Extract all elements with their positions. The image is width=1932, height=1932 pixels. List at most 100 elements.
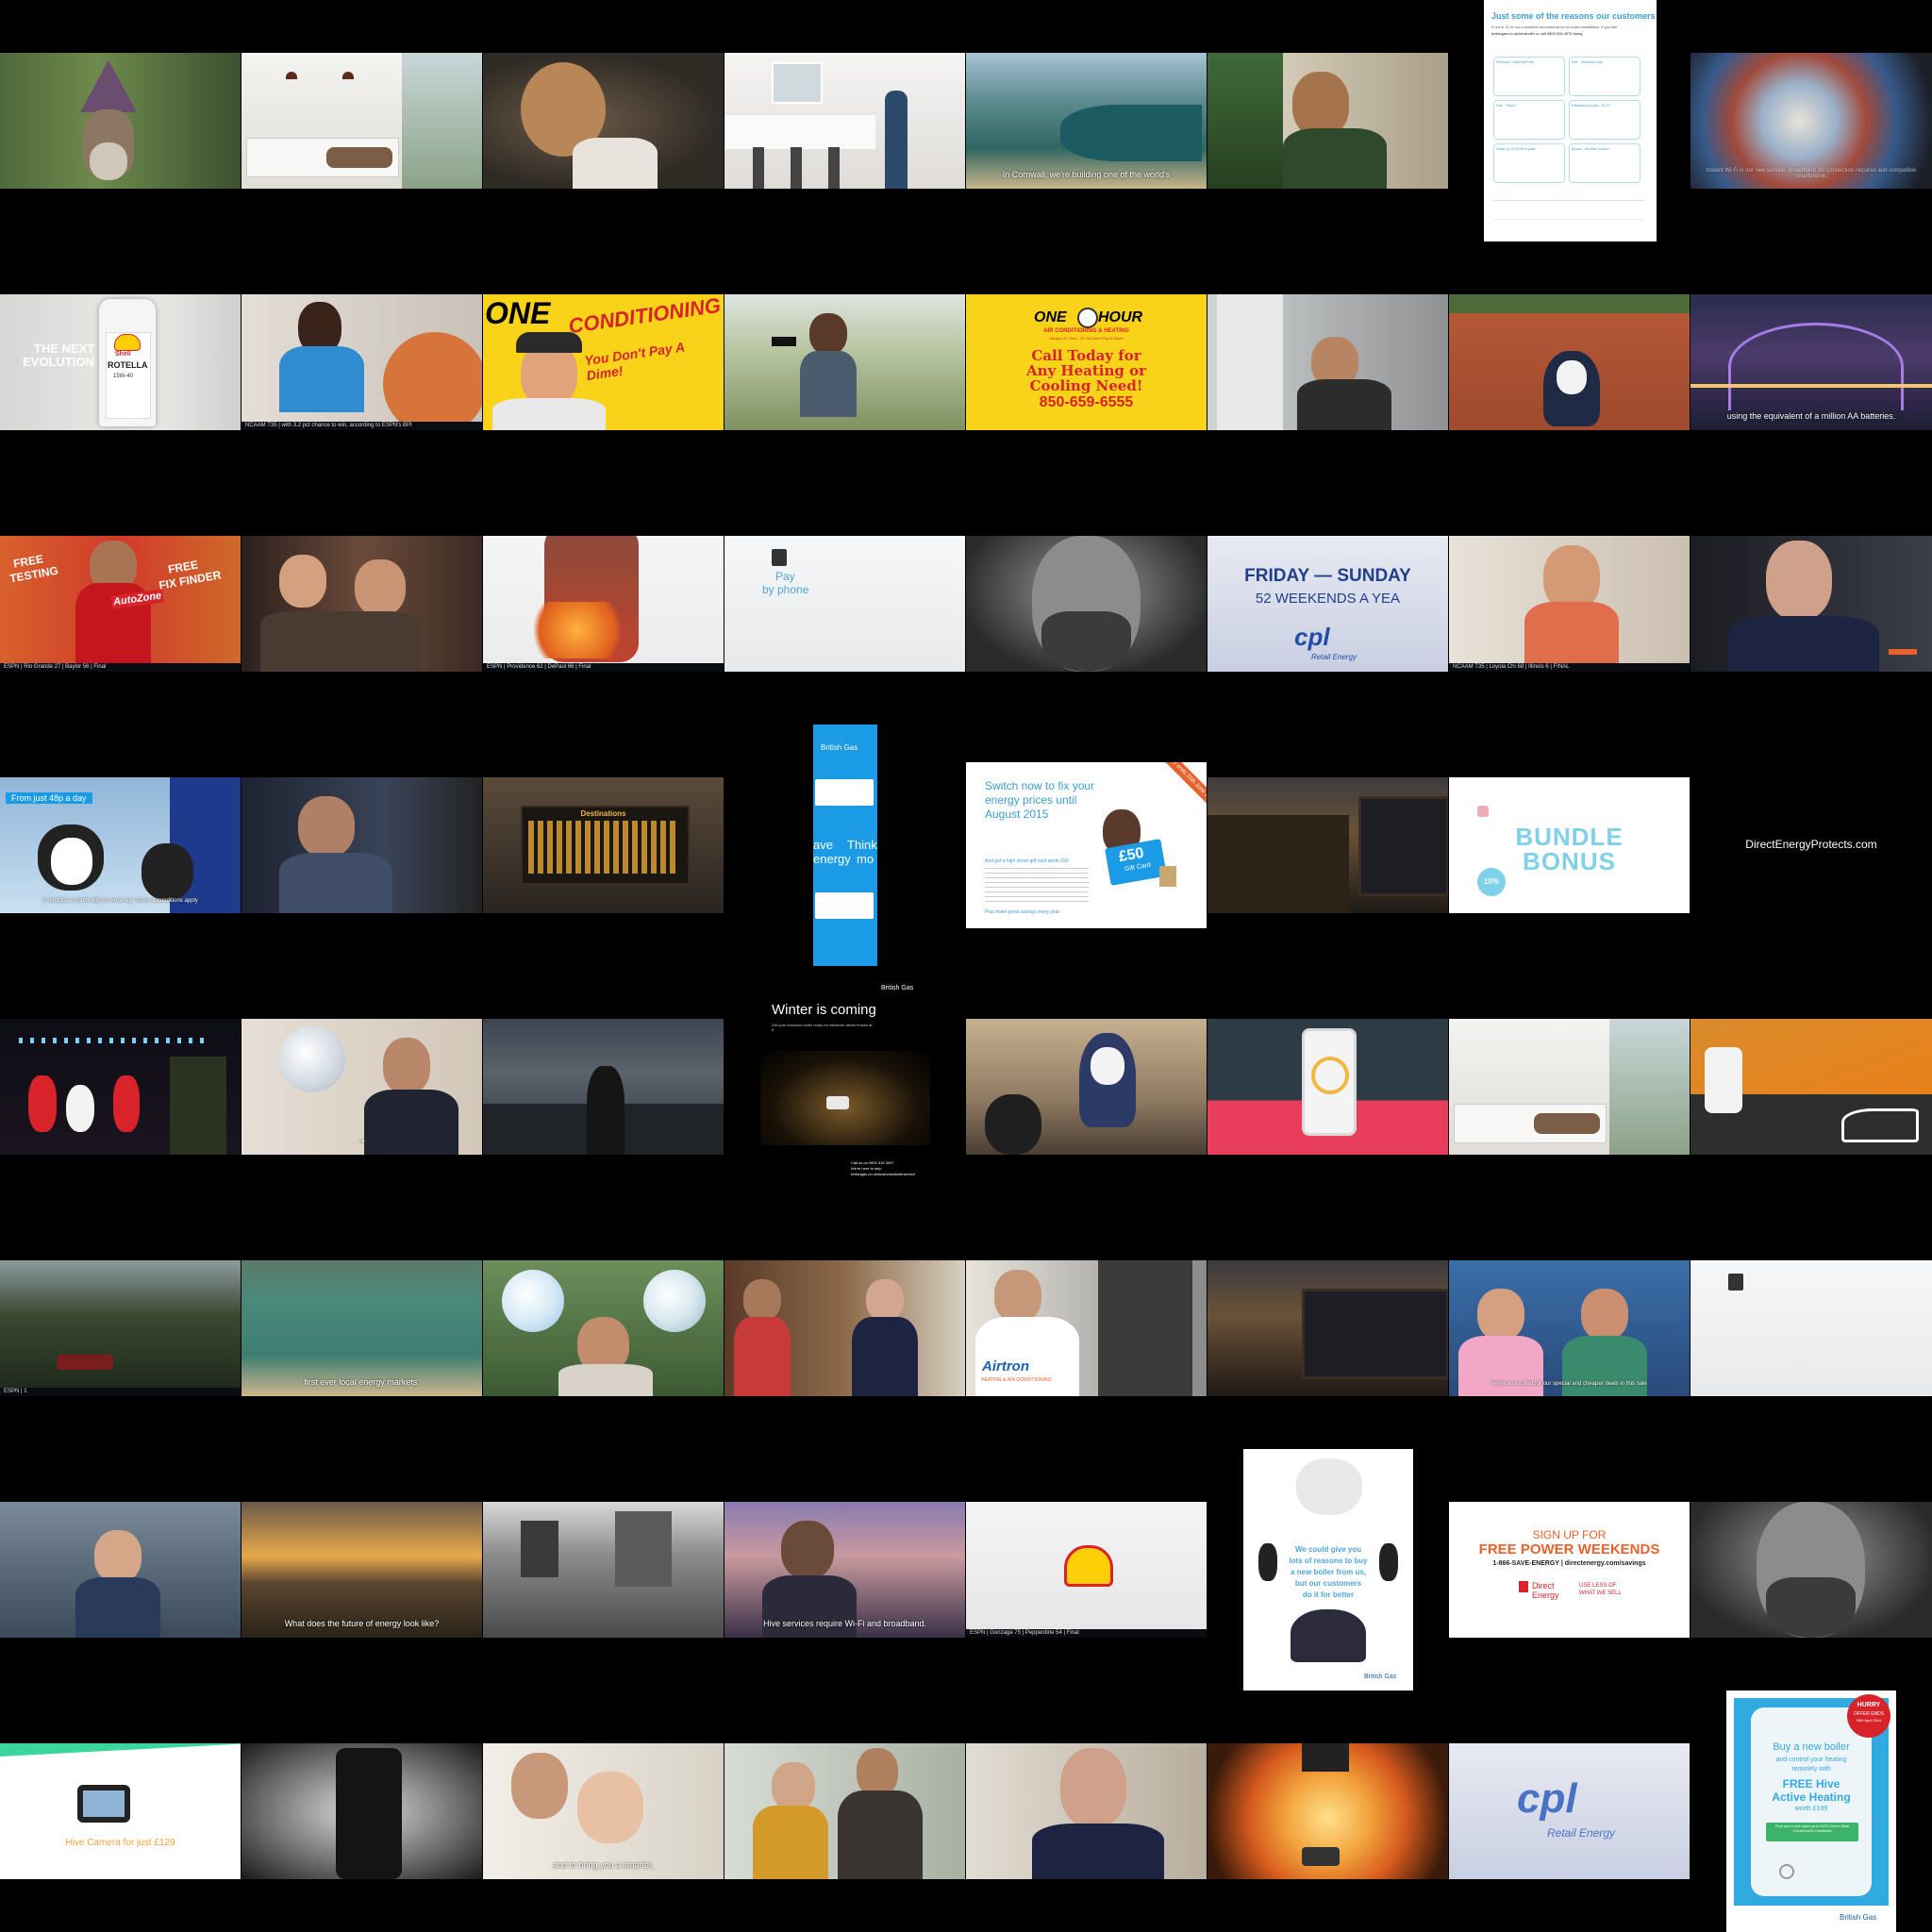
thumb-autozone[interactable]: FREE TESTING FREE FIX FINDER AutoZone ES… [0,536,241,672]
thumb-woman-bubble[interactable]: ••• [242,1019,482,1155]
ticker: NCAAM T35 | with 3.2 pct chance to win, … [242,422,482,430]
body-2: Plus make great savings every year [985,909,1060,915]
thumb-christmas-lights[interactable] [0,1019,241,1155]
badge-1: HURRY [1857,1702,1881,1708]
thumb-woman-bubbles[interactable] [483,1260,724,1396]
ticker: ESPN | Rio Grande 27 | Baylor 56 | Final [0,663,241,672]
line-1: We could give you [1294,1545,1362,1554]
thumb-hive-plug[interactable] [1690,1019,1932,1155]
thumb-father-baby[interactable] [242,777,482,913]
product: ROTELLA [108,360,148,370]
thumb-cpl-weekends[interactable]: FRIDAY — SUNDAY 52 WEEKENDS A YEA cpl Re… [1208,536,1448,672]
thumb-explosion-cars[interactable] [1208,1743,1448,1879]
brand: British Gas [1840,1913,1877,1922]
thumb-pay-by-phone[interactable]: Pay by phone [724,536,965,672]
thumb-street-sunset[interactable] [1208,777,1448,913]
thumb-coastal-walker[interactable] [483,1019,724,1155]
line-1: Pay [775,570,795,583]
brand-sub: HEATING & AIR CONDITIONING [981,1377,1052,1383]
thumb-woman-tablet-dusk[interactable]: Hive services require Wi-Fi and broadban… [724,1502,965,1638]
thumb-living-room[interactable] [242,53,482,189]
thumb-forest-car[interactable]: ESPN | 1 [0,1260,241,1396]
cta-2: We're here to help [851,1166,882,1171]
line-5: do it for better [1302,1591,1355,1599]
thumb-switch-now-ad[interactable]: Switch now to fix your energy prices unt… [966,762,1207,928]
thumb-hive-camera[interactable]: Hive Camera for just £129 [0,1743,241,1879]
ad-box-6: Boost - remote control [1569,143,1641,183]
thumb-airtron-tech[interactable]: Airtron HEATING & AIR CONDITIONING [966,1260,1207,1396]
line-1: FRIDAY — SUNDAY [1244,566,1411,586]
thumb-millennium-bridge[interactable]: using the equivalent of a million AA bat… [1690,294,1932,430]
thumb-dark-canister[interactable] [242,1743,482,1879]
thumb-customer-service[interactable]: NCAAM T35 | with 3.2 pct chance to win, … [242,294,482,430]
thumb-bearded-man[interactable] [966,536,1207,672]
thumb-tech-window[interactable] [1208,294,1448,430]
thumb-boiler-reasons-ad[interactable]: Just some of the reasons our customers 9… [1484,0,1657,242]
brand: ONE [485,296,551,330]
grade: 15W-40 [113,374,133,379]
thumb-man-interview[interactable]: NCAAM T35 | Loyola Chi 68 | Illinois 6 |… [1449,536,1690,672]
thumb-penguin-station[interactable] [966,1019,1207,1155]
thumb-direct-energy-url[interactable]: DirectEnergyProtects.com [1690,777,1932,913]
thumb-blurred-colors[interactable]: Instant Wi-Fi is our new service. Broadb… [1690,53,1932,189]
brand: cpl [1294,623,1330,651]
thumb-penguins-48p[interactable]: From just 48p a day From £13 a month wit… [0,777,241,913]
thumb-woman-phone-field[interactable] [724,294,965,430]
thumb-man-eating[interactable] [483,53,724,189]
thumb-shell-rotella[interactable]: THE NEXT EVOLUTION Shell ROTELLA 15W-40 [0,294,241,430]
thumb-cpl-logo[interactable]: cpl Retail Energy [1449,1743,1690,1879]
subtitle: Hive services require Wi-Fi and broadban… [762,1619,927,1628]
thumb-free-power-weekends[interactable]: SIGN UP FOR FREE POWER WEEKENDS 1-866-SA… [1449,1502,1690,1638]
brand-sub: Retail Energy [1311,653,1357,661]
thumb-sunset-fields[interactable]: What does the future of energy look like… [242,1502,482,1638]
title-3: August 2015 [985,808,1049,821]
thumb-living-room-2[interactable] [1449,1019,1690,1155]
line-3: a new boiler from us, [1290,1568,1366,1576]
line-2: 52 WEEKENDS A YEA [1255,591,1401,607]
line-2: by phone [762,583,809,596]
thumb-street-night[interactable] [1208,1260,1448,1396]
thumb-winter-is-coming-ad[interactable]: British Gas Winter is coming Get your bu… [760,966,930,1208]
thumb-fire-canister[interactable]: ESPN | Providence 62 | DePaul 66 | Final [483,536,724,672]
headline-2: EVOLUTION [23,355,94,369]
thumb-gnome[interactable] [0,53,241,189]
thumb-shell-logo[interactable]: ESPN | Gonzaga 75 | Pepperdine 54 | Fina… [966,1502,1207,1638]
thumb-beach-aerial[interactable]: first ever local energy markets. [242,1260,482,1396]
subtitle: We're so excited for our special and che… [1491,1381,1647,1387]
thumb-penguin-boiler-ad[interactable]: We could give you lots of reasons to buy… [1243,1449,1413,1690]
subtitle: first ever local energy markets. [304,1377,420,1387]
thumb-phone-white[interactable] [1690,1260,1932,1396]
thumb-family-selfie[interactable] [724,1743,965,1879]
thumb-women-cafe[interactable] [242,536,482,672]
thumb-one-hour-call[interactable]: ONE HOUR AIR CONDITIONING & HEATING Alwa… [966,294,1207,430]
brand: British Gas [1364,1674,1397,1680]
thumb-departure-board[interactable]: Destinations [483,777,724,913]
cta-3: Cooling Need! [1029,377,1143,394]
thumb-boy-airport[interactable] [0,1502,241,1638]
thumb-one-hour-tech[interactable]: ONE CONDITIONING You Don't Pay A Dime! [483,294,724,430]
thumb-bw-ruins[interactable] [483,1502,724,1638]
thumb-british-gas-banner[interactable]: British Gas ave Think energy mo [813,724,877,966]
thumb-cornwall-harbour[interactable]: In Cornwall, we're building one of the w… [966,53,1207,189]
thumb-direct-energy-exec-2[interactable] [966,1743,1207,1879]
fine-print: From £13 a month with no extra fee. Term… [42,898,198,904]
url: britishgas.co.uk/business/boilerservice [851,1172,916,1176]
line-3: 1-866-SAVE-ENERGY | directenergy.com/sav… [1492,1560,1646,1567]
thumb-family-kitchen[interactable] [724,1260,965,1396]
thumb-direct-energy-exec[interactable] [1690,536,1932,672]
thumb-hive-app[interactable] [1208,1019,1448,1155]
body-1: And get a high street gift card worth £5… [985,858,1069,864]
thumb-kitchen[interactable] [724,53,965,189]
brand: Shell [115,351,131,358]
thumb-woman-plants[interactable] [1208,53,1448,189]
iron-icon [1841,1108,1919,1142]
thumb-bearded-man-2[interactable] [1690,1502,1932,1638]
line-2: lots of reasons to buy [1289,1557,1368,1565]
thumb-party-sale[interactable]: We're so excited for our special and che… [1449,1260,1690,1396]
subtitle: and to bring you a smarter, [552,1860,655,1870]
thumb-penguin-brick[interactable] [1449,294,1690,430]
thumb-mother-baby[interactable]: and to bring you a smarter, [483,1743,724,1879]
tagline: You Don't Pay A Dime! [583,339,686,384]
thumb-hive-boiler-ad[interactable]: HURRY OFFER ENDS 30th April 2014 Buy a n… [1726,1690,1896,1932]
thumb-bundle-bonus[interactable]: BUNDLE BONUS 10% [1449,777,1690,913]
